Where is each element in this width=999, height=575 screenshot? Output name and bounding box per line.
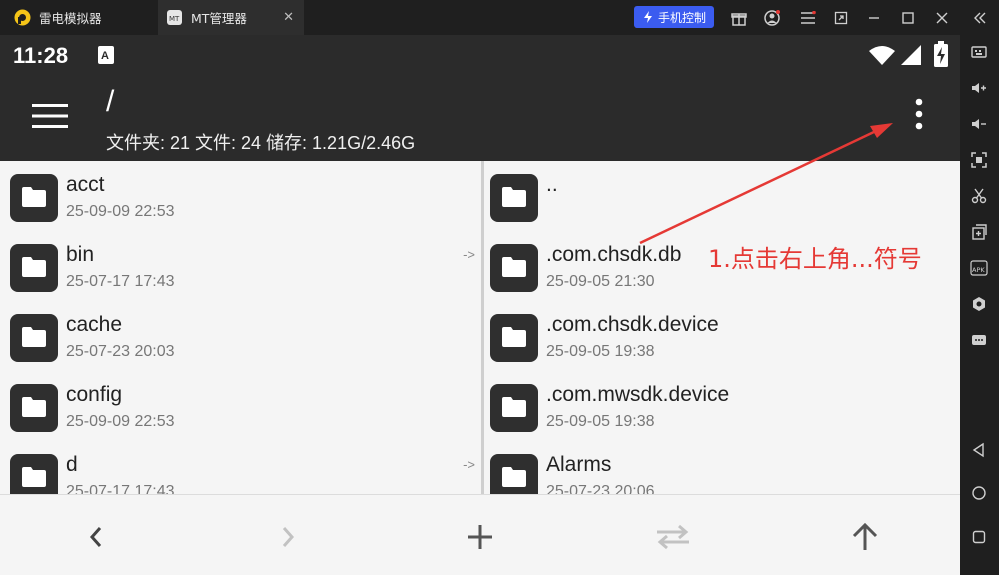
tab-label: MT管理器: [191, 11, 247, 26]
back-chevron-icon[interactable]: [76, 517, 116, 557]
account-icon[interactable]: [760, 0, 784, 35]
keyboard-icon[interactable]: [969, 42, 989, 62]
signal-icon: [900, 44, 922, 70]
right-file-pane: .. .com.chsdk.db 25-09-05 21:30 .com.chs…: [484, 161, 960, 494]
list-item[interactable]: config 25-09-09 22:53: [0, 371, 481, 441]
add-icon[interactable]: [460, 517, 500, 557]
file-date: 25-09-05 19:38: [546, 413, 655, 430]
apk-install-icon[interactable]: APK: [969, 258, 989, 278]
fullscreen-icon[interactable]: [969, 150, 989, 170]
app-bar: / 文件夹: 21 文件: 24 储存: 1.21G/2.46G: [0, 75, 960, 161]
parent-directory-item[interactable]: ..: [484, 161, 960, 231]
scissors-icon[interactable]: [969, 186, 989, 206]
file-date: 25-09-05 21:30: [546, 273, 655, 290]
file-name: acct: [66, 173, 105, 196]
mt-app-icon: MT: [166, 9, 183, 26]
volume-up-icon[interactable]: [969, 78, 989, 98]
symlink-indicator: ->: [463, 457, 475, 472]
folder-icon: [10, 174, 58, 222]
file-name: d: [66, 453, 78, 476]
svg-text:APK: APK: [972, 266, 985, 274]
folder-icon: [10, 454, 58, 494]
list-item[interactable]: d 25-07-17 17:43 ->: [0, 441, 481, 494]
list-item[interactable]: acct 25-09-09 22:53: [0, 161, 481, 231]
file-name: bin: [66, 243, 95, 266]
folder-icon: [490, 454, 538, 494]
overflow-menu-icon[interactable]: [911, 97, 927, 135]
back-nav-icon[interactable]: [969, 440, 989, 460]
file-name: .com.chsdk.db: [546, 243, 682, 266]
folder-icon: [490, 314, 538, 362]
up-arrow-icon[interactable]: [845, 517, 885, 557]
folder-icon: [10, 314, 58, 362]
folder-icon: [10, 244, 58, 292]
add-window-icon[interactable]: [969, 222, 989, 242]
status-bar: 11:28 A: [0, 35, 960, 75]
close-tab-icon[interactable]: ✕: [283, 10, 294, 25]
keyboard-indicator-icon: A: [98, 46, 114, 68]
file-name: .com.mwsdk.device: [546, 383, 730, 406]
close-window-icon[interactable]: [930, 0, 954, 35]
current-path: /: [106, 85, 115, 118]
emulator-sidebar: APK: [960, 35, 999, 575]
left-file-pane: acct 25-09-09 22:53 bin 25-07-17 17:43 -…: [0, 161, 481, 494]
list-item[interactable]: .com.mwsdk.device 25-09-05 19:38: [484, 371, 960, 441]
file-date: 25-07-23 20:03: [66, 343, 175, 360]
file-date: 25-09-09 22:53: [66, 413, 175, 430]
folder-icon: [10, 384, 58, 432]
hamburger-menu-icon[interactable]: [32, 103, 68, 133]
svg-text:MT: MT: [169, 15, 180, 23]
settings-hex-icon[interactable]: [969, 294, 989, 314]
restore-small-icon[interactable]: [829, 0, 853, 35]
folder-icon: [490, 174, 538, 222]
maximize-icon[interactable]: [896, 0, 920, 35]
file-name: ..: [546, 173, 558, 196]
status-time: 11:28: [13, 43, 69, 68]
collapse-sidebar-icon[interactable]: [968, 0, 992, 35]
list-item[interactable]: Alarms 25-07-23 20:06: [484, 441, 960, 494]
tab-ldplayer[interactable]: 雷电模拟器: [0, 0, 156, 35]
file-name: config: [66, 383, 123, 406]
battery-charging-icon: [934, 41, 948, 71]
list-item[interactable]: .com.chsdk.device 25-09-05 19:38: [484, 301, 960, 371]
list-item[interactable]: cache 25-07-23 20:03: [0, 301, 481, 371]
gift-icon[interactable]: [727, 0, 751, 35]
file-name: .com.chsdk.device: [546, 313, 719, 336]
lightning-icon: [643, 11, 652, 23]
list-item[interactable]: bin 25-07-17 17:43 ->: [0, 231, 481, 301]
volume-down-icon[interactable]: [969, 114, 989, 134]
svg-text:A: A: [101, 50, 109, 62]
storage-summary: 文件夹: 21 文件: 24 储存: 1.21G/2.46G: [106, 133, 416, 153]
file-name: cache: [66, 313, 123, 336]
home-nav-icon[interactable]: [969, 483, 989, 503]
more-options-icon[interactable]: [969, 330, 989, 350]
menu-lines-icon[interactable]: [796, 0, 820, 35]
phone-control-button[interactable]: 手机控制: [634, 6, 714, 28]
forward-chevron-icon[interactable]: [268, 517, 308, 557]
wifi-icon: [868, 44, 896, 70]
file-date: 25-07-23 20:06: [546, 483, 655, 494]
file-date: 25-07-17 17:43: [66, 483, 175, 494]
emulator-titlebar: 雷电模拟器 MT MT管理器 ✕ 手机控制: [0, 0, 999, 35]
file-name: Alarms: [546, 453, 612, 476]
file-date: 25-09-05 19:38: [546, 343, 655, 360]
tab-label: 雷电模拟器: [39, 11, 102, 26]
android-screen: 11:28 A / 文件夹: 21 文件: 24 储存: 1.21G/2.46G…: [0, 35, 960, 575]
folder-icon: [490, 384, 538, 432]
folder-icon: [490, 244, 538, 292]
minimize-icon[interactable]: [862, 0, 886, 35]
file-date: 25-07-17 17:43: [66, 273, 175, 290]
swap-panes-icon[interactable]: [653, 517, 693, 557]
annotation-text: 1.点击右上角...符号: [708, 245, 922, 273]
bottom-toolbar: [0, 494, 960, 575]
file-date: 25-09-09 22:53: [66, 203, 175, 220]
tab-mt-manager[interactable]: MT MT管理器 ✕: [158, 0, 304, 35]
recents-nav-icon[interactable]: [969, 527, 989, 547]
ldplayer-logo-icon: [14, 9, 31, 26]
symlink-indicator: ->: [463, 247, 475, 262]
